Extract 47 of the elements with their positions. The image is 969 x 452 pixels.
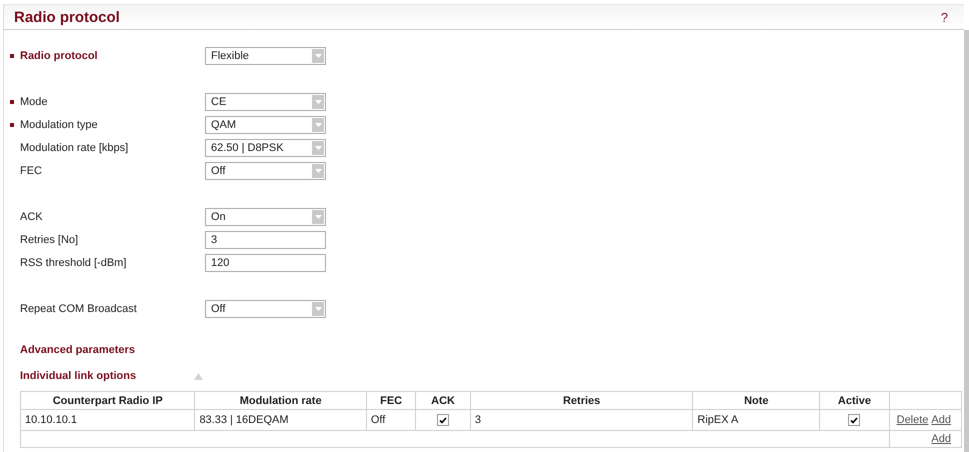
scrollbar[interactable] <box>964 30 969 452</box>
field-label: Retries [No] <box>20 234 78 246</box>
field-label: FEC <box>20 164 42 176</box>
field-label: Modulation rate [kbps] <box>20 142 128 154</box>
dropdown-caret-icon <box>314 54 322 58</box>
section-heading[interactable]: Advanced parameters <box>9 341 964 359</box>
table-cell: 3 <box>470 410 693 430</box>
field-label: RSS threshold [-dBm] <box>20 256 126 268</box>
checkbox[interactable] <box>437 414 450 426</box>
column-header: Modulation rate <box>194 392 366 410</box>
dropdown-caret-icon <box>314 146 322 150</box>
dropdown-caret-icon <box>314 122 322 126</box>
field-label: Mode <box>20 96 48 108</box>
column-header: Retries <box>470 392 693 410</box>
dropdown-field[interactable]: 62.50 | D8PSK <box>205 138 326 156</box>
action-link[interactable]: Add <box>931 414 951 426</box>
field-label: ACK <box>20 210 43 222</box>
dropdown-field[interactable]: Off <box>205 162 326 180</box>
action-link[interactable]: Delete <box>896 414 928 426</box>
dropdown-field[interactable]: Flexible <box>205 46 326 64</box>
dropdown-caret-icon <box>314 306 322 310</box>
dropdown-caret-icon <box>314 168 322 172</box>
column-header: ACK <box>416 392 470 410</box>
table-cell: Off <box>366 410 416 430</box>
table-cell: 10.10.10.1 <box>20 410 195 430</box>
dropdown-field[interactable]: On <box>205 208 326 226</box>
table-cell: 83.33 | 16DEQAM <box>194 410 366 430</box>
table-cell: RipEX A <box>692 410 820 430</box>
column-header: Note <box>692 392 820 410</box>
field-label: Modulation type <box>20 118 98 130</box>
help-link[interactable]: ? <box>940 10 948 24</box>
input-field[interactable]: 3 <box>205 230 326 248</box>
field-label: Repeat COM Broadcast <box>20 302 137 314</box>
dropdown-caret-icon <box>314 214 322 218</box>
input-field[interactable]: 120 <box>205 254 326 272</box>
column-header: Active <box>820 392 890 410</box>
panel-title: Radio protocol <box>14 8 120 26</box>
dropdown-field[interactable]: QAM <box>205 116 326 134</box>
column-header: Counterpart Radio IP <box>20 392 195 410</box>
column-header: FEC <box>366 392 416 410</box>
dropdown-caret-icon <box>314 100 322 104</box>
dropdown-field[interactable]: Off <box>205 300 326 318</box>
section-heading[interactable]: Individual link options <box>20 370 194 382</box>
checkbox[interactable] <box>848 414 860 426</box>
field-label: Radio protocol <box>20 50 98 62</box>
dropdown-field[interactable]: CE <box>205 92 326 110</box>
add-link[interactable]: Add <box>931 433 951 445</box>
